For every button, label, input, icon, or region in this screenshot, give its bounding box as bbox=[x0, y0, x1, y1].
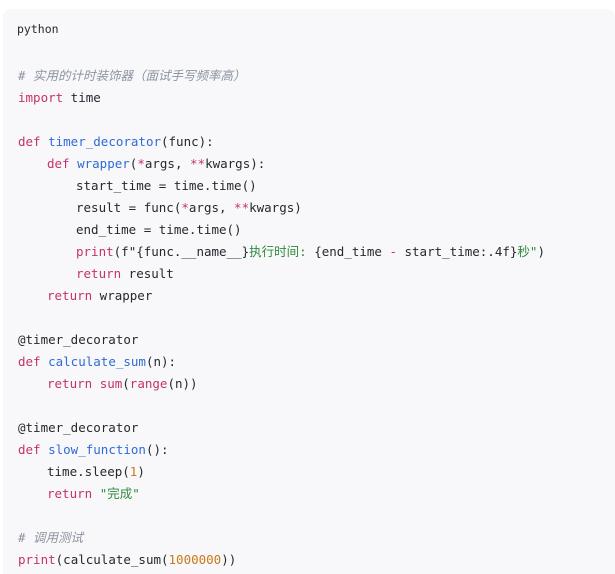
builtin-print: print bbox=[76, 244, 114, 259]
range-args: (n)) bbox=[167, 376, 198, 391]
statement: end_time = time.time() bbox=[76, 222, 242, 237]
code-line-def-decorator: def timer_decorator(func): bbox=[18, 131, 545, 153]
code-line-comment-call: # 调用测试 bbox=[18, 527, 545, 549]
decorator: @timer_decorator bbox=[18, 420, 139, 435]
code-line-return-result: return result bbox=[18, 263, 545, 285]
fstring-expr: {func.__name__} bbox=[136, 244, 250, 259]
call-close: )) bbox=[221, 552, 237, 567]
module-name: time bbox=[63, 90, 101, 105]
params-args: args, bbox=[144, 156, 191, 171]
paren-close: ) bbox=[537, 244, 545, 259]
params: (): bbox=[145, 442, 169, 457]
star-operator: * bbox=[181, 200, 189, 215]
code-block-card: python # 实用的计时装饰器（面试手写频率高） import time d… bbox=[3, 9, 615, 574]
code-line-return-sum: return sum(range(n)) bbox=[18, 373, 545, 395]
statement: result = func( bbox=[76, 200, 182, 215]
code-line-start-time: start_time = time.time() bbox=[18, 175, 545, 197]
language-label: python bbox=[17, 22, 59, 36]
code-line-return-wrapper: return wrapper bbox=[18, 285, 545, 307]
comment-text: # 调用测试 bbox=[18, 530, 84, 545]
keyword-def: def bbox=[18, 442, 41, 457]
call-open: (calculate_sum( bbox=[55, 552, 169, 567]
keyword-def: def bbox=[18, 134, 41, 149]
double-star-operator: ** bbox=[234, 200, 250, 215]
keyword-return: return bbox=[47, 376, 93, 391]
builtin-sum: sum bbox=[99, 376, 123, 391]
paren-close: ) bbox=[137, 464, 145, 479]
code-line-end-time: end_time = time.time() bbox=[18, 219, 545, 241]
code-line-decorator-usage: @timer_decorator bbox=[18, 417, 545, 439]
keyword-def: def bbox=[47, 156, 70, 171]
decorator: @timer_decorator bbox=[18, 332, 139, 347]
params: (func): bbox=[161, 134, 214, 149]
function-name: timer_decorator bbox=[48, 134, 161, 149]
code-line-import: import time bbox=[18, 87, 545, 109]
code-line-return-done: return "完成" bbox=[18, 483, 545, 505]
minus-operator: - bbox=[389, 244, 397, 259]
string-literal: "完成" bbox=[99, 486, 140, 501]
keyword-return: return bbox=[47, 288, 93, 303]
kwargs: kwargs) bbox=[249, 200, 302, 215]
fstring-text: 秒" bbox=[517, 244, 538, 259]
params-kwargs: kwargs): bbox=[205, 156, 266, 171]
call: time.sleep( bbox=[47, 464, 130, 479]
function-name: calculate_sum bbox=[48, 354, 146, 369]
keyword-def: def bbox=[18, 354, 41, 369]
code-line-comment-header: # 实用的计时装饰器（面试手写频率高） bbox=[18, 65, 545, 87]
double-star-operator: ** bbox=[190, 156, 206, 171]
paren-open: ( bbox=[122, 376, 130, 391]
fstring-prefix: f" bbox=[121, 244, 137, 259]
star-operator: * bbox=[137, 156, 145, 171]
keyword-return: return bbox=[76, 266, 122, 281]
return-value: wrapper bbox=[92, 288, 153, 303]
code-line-sleep: time.sleep(1) bbox=[18, 461, 545, 483]
return-value: result bbox=[121, 266, 174, 281]
code-line-def-slow: def slow_function(): bbox=[18, 439, 545, 461]
params: (n): bbox=[145, 354, 177, 369]
fstring-expr: start_time:.4f} bbox=[396, 244, 518, 259]
code-line-def-calc: def calculate_sum(n): bbox=[18, 351, 545, 373]
function-name: wrapper bbox=[77, 156, 130, 171]
code-line-def-wrapper: def wrapper(*args, **kwargs): bbox=[18, 153, 545, 175]
fstring-text: 执行时间: bbox=[249, 244, 315, 259]
code-line-print: print(f"{func.__name__}执行时间: {end_time -… bbox=[18, 241, 545, 263]
code-line-print-call: print(calculate_sum(1000000)) bbox=[18, 549, 545, 571]
comment-text: # 实用的计时装饰器（面试手写频率高） bbox=[18, 68, 246, 83]
number-literal: 1000000 bbox=[168, 552, 222, 567]
statement: start_time = time.time() bbox=[76, 178, 257, 193]
keyword-return: return bbox=[47, 486, 93, 501]
keyword-import: import bbox=[18, 90, 64, 105]
args: args, bbox=[188, 200, 235, 215]
fstring-expr: {end_time bbox=[314, 244, 390, 259]
code-content[interactable]: # 实用的计时装饰器（面试手写频率高） import time def time… bbox=[18, 65, 545, 571]
function-name: slow_function bbox=[48, 442, 146, 457]
builtin-range: range bbox=[129, 376, 168, 391]
code-line-result: result = func(*args, **kwargs) bbox=[18, 197, 545, 219]
code-line-decorator-usage: @timer_decorator bbox=[18, 329, 545, 351]
builtin-print: print bbox=[18, 552, 56, 567]
